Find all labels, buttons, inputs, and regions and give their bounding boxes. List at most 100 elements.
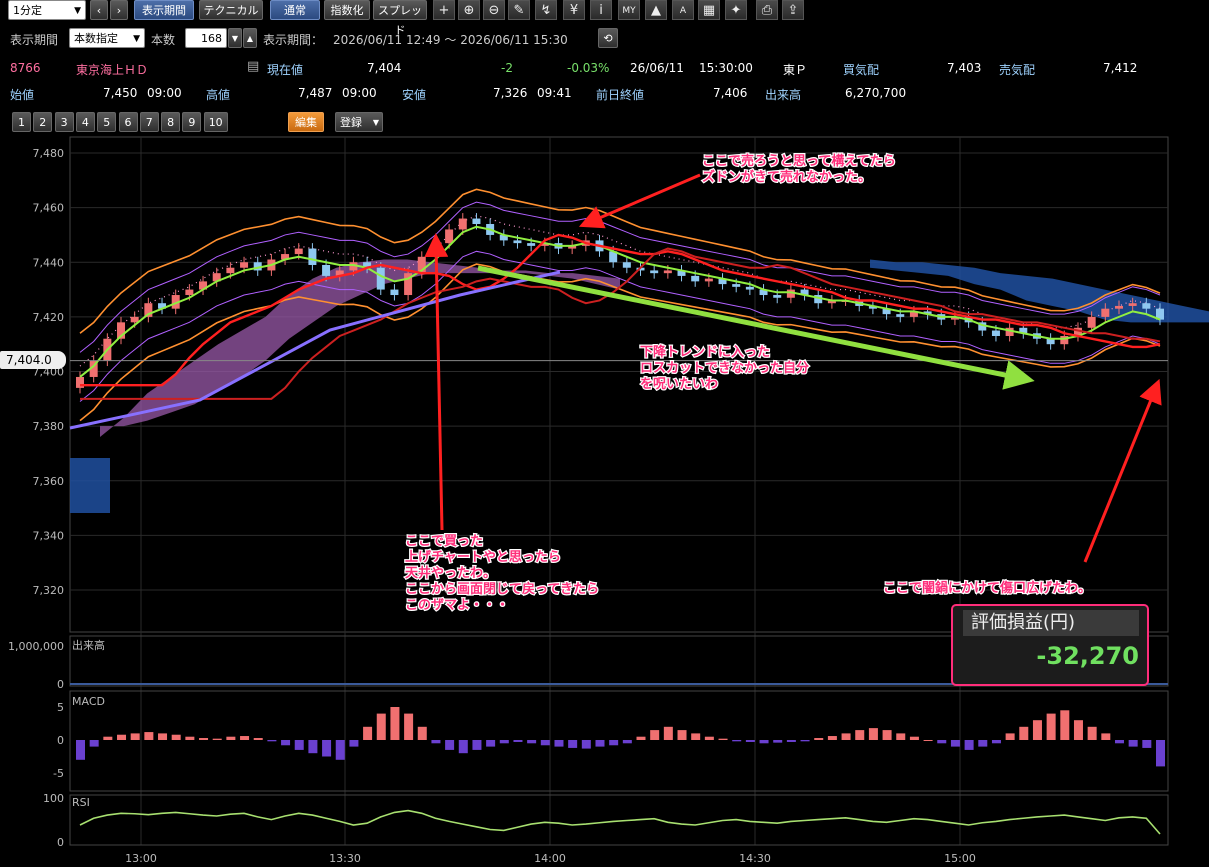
macd-bar — [417, 726, 427, 740]
zoom-out-icon[interactable]: ⊖ — [483, 0, 505, 20]
macd-bar — [855, 730, 865, 740]
x-tick-label: 13:30 — [329, 852, 361, 865]
info-icon[interactable]: i — [590, 0, 612, 20]
y-tick-label: 7,320 — [33, 584, 65, 597]
trendline-icon[interactable]: ↯ — [535, 0, 557, 20]
next-button[interactable]: › — [110, 0, 128, 20]
price-panel-frame — [69, 136, 1169, 633]
volume-tick: 1,000,000 — [8, 640, 64, 653]
register-button[interactable]: 登録 ▼ — [335, 112, 383, 132]
macd-bar — [868, 728, 878, 740]
macd-bar — [240, 736, 250, 740]
rsi-label: RSI — [72, 796, 90, 809]
macd-tick: 5 — [57, 701, 64, 714]
macd-bar — [1005, 733, 1015, 740]
tab-7[interactable]: 7 — [139, 112, 159, 132]
macd-bar — [130, 733, 140, 740]
high-label: 高値 — [206, 88, 231, 102]
y-tick-label: 7,340 — [33, 529, 65, 542]
y-tick-label: 7,380 — [33, 420, 65, 433]
my-icon[interactable]: MY — [618, 0, 640, 20]
candle-body — [322, 264, 331, 276]
edit-button[interactable]: 編集 — [288, 112, 324, 132]
pencil-icon[interactable]: ✎ — [508, 0, 530, 20]
macd-bar — [363, 726, 373, 740]
reset-button[interactable]: ⟲ — [598, 28, 618, 48]
tab-6[interactable]: 6 — [118, 112, 138, 132]
yen-icon[interactable]: ¥ — [563, 0, 585, 20]
annotation-buy: このザマよ・・・ — [405, 598, 509, 613]
index-button[interactable]: 指数化 — [324, 0, 370, 20]
macd-bar — [786, 740, 796, 742]
tab-1[interactable]: 1 — [12, 112, 31, 132]
arrow-sell — [578, 173, 701, 229]
candle-body — [663, 270, 672, 274]
candle-body — [527, 243, 536, 246]
macd-bar — [773, 740, 783, 743]
tab-3[interactable]: 3 — [54, 112, 74, 132]
mode-select[interactable]: 本数指定 ▼ — [69, 28, 145, 48]
rsi-tick-0: 0 — [57, 836, 64, 849]
macd-bar — [376, 713, 386, 740]
bid-value: 7,403 — [947, 61, 982, 75]
period-button[interactable]: 表示期間 — [134, 0, 194, 20]
macd-bar — [486, 740, 496, 747]
macd-bar — [253, 738, 263, 740]
zoom-in-icon[interactable]: ⊕ — [458, 0, 480, 20]
candle-body — [704, 278, 713, 282]
macd-bar — [964, 740, 974, 750]
macd-bar — [185, 736, 195, 740]
chart-icon[interactable]: ▦ — [698, 0, 720, 20]
print-icon[interactable]: ⎙ — [756, 0, 778, 20]
change-value: -2 — [501, 61, 513, 75]
interval-select[interactable]: 1分定 ▼ — [8, 0, 86, 20]
normal-button[interactable]: 通常 — [270, 0, 320, 20]
y-tick-label: 7,480 — [33, 147, 65, 160]
open-label: 始値 — [10, 88, 35, 102]
prev-button[interactable]: ‹ — [90, 0, 108, 20]
tab-9[interactable]: 9 — [182, 112, 202, 132]
count-up-button[interactable]: ▲ — [243, 28, 257, 48]
x-tick-label: 14:30 — [739, 852, 771, 865]
macd-bar — [896, 733, 906, 740]
chevron-down-icon: ▼ — [133, 34, 140, 44]
pl-value: -32,270 — [1036, 642, 1139, 670]
macd-bar — [650, 730, 660, 740]
count-input[interactable]: 168 — [185, 28, 227, 48]
macd-bar — [322, 740, 332, 757]
macd-bar — [1114, 740, 1124, 744]
candle-body — [991, 330, 1000, 336]
macd-bar — [991, 740, 1001, 744]
technical-button[interactable]: テクニカル — [199, 0, 263, 20]
annotation-trend: 下降トレンドに入った — [640, 344, 770, 360]
price-marker: 7,404.0 — [0, 351, 66, 369]
macd-bar — [745, 740, 755, 742]
annotation-buy: ここから画面閉じて戻ってきたら — [405, 581, 599, 597]
macd-bar — [281, 740, 291, 746]
macd-bar — [144, 732, 154, 740]
candle-body — [226, 267, 235, 274]
candle-body — [773, 295, 782, 298]
export-icon[interactable]: ⇪ — [782, 0, 804, 20]
area-icon[interactable]: ▲ — [645, 0, 667, 20]
auto-icon[interactable]: A — [672, 0, 694, 20]
wrench-icon[interactable]: ✦ — [725, 0, 747, 20]
spread-button[interactable]: スプレッド — [373, 0, 427, 37]
candle-body — [308, 248, 317, 265]
macd-bar — [827, 736, 837, 740]
memo-icon[interactable]: ▤ — [247, 59, 259, 74]
chart-area[interactable]: 7,4807,4607,4407,4207,4007,3807,3607,340… — [0, 135, 1209, 867]
tab-5[interactable]: 5 — [97, 112, 117, 132]
crosshair-icon[interactable]: + — [433, 0, 455, 20]
macd-bar — [390, 707, 400, 740]
tab-4[interactable]: 4 — [75, 112, 95, 132]
tab-10[interactable]: 10 — [203, 112, 228, 132]
macd-bar — [814, 738, 824, 740]
y-tick-label: 7,440 — [33, 256, 65, 269]
count-down-button[interactable]: ▼ — [228, 28, 242, 48]
macd-bar — [718, 738, 728, 740]
low-time: 09:41 — [537, 86, 572, 100]
tab-2[interactable]: 2 — [33, 112, 53, 132]
macd-bar — [349, 740, 359, 747]
tab-8[interactable]: 8 — [161, 112, 181, 132]
